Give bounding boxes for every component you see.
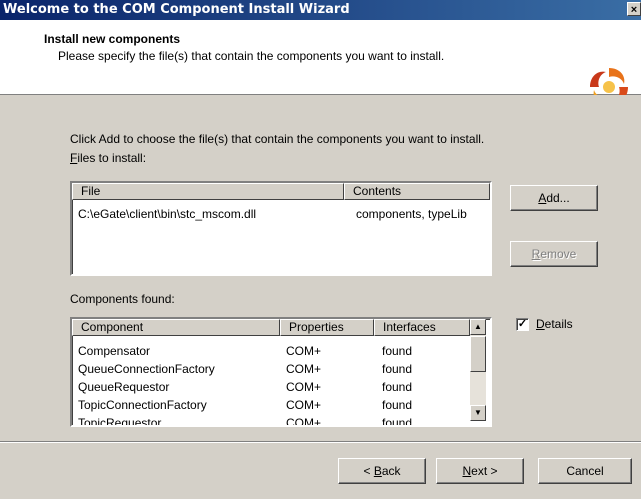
footer-divider [0, 441, 641, 443]
component-interfaces: found [382, 344, 413, 358]
components-listview[interactable]: Component Properties Interfaces Compensa… [70, 317, 492, 427]
files-column-file[interactable]: File [72, 183, 344, 200]
instruction-text: Click Add to choose the file(s) that con… [70, 132, 485, 146]
files-column-contents[interactable]: Contents [344, 183, 490, 200]
component-name[interactable]: QueueRequestor [78, 380, 169, 395]
component-properties: COM+ [286, 362, 322, 376]
wizard-header: Install new components Please specify th… [0, 20, 641, 95]
add-button[interactable]: Add... [510, 185, 598, 211]
details-checkbox[interactable]: ✓ [516, 318, 529, 331]
header-subtitle: Please specify the file(s) that contain … [58, 49, 445, 63]
component-interfaces: found [382, 380, 413, 394]
details-label[interactable]: Details [536, 317, 573, 331]
file-path[interactable]: C:\eGate\client\bin\stc_mscom.dll [78, 207, 256, 222]
component-interfaces: found [382, 398, 413, 412]
component-name[interactable]: TopicRequestor [78, 416, 161, 425]
component-name[interactable]: TopicConnectionFactory [78, 398, 207, 413]
close-icon[interactable]: × [627, 2, 641, 16]
component-name[interactable]: Compensator [78, 344, 150, 359]
scroll-thumb[interactable] [470, 336, 486, 372]
next-button[interactable]: Next > [436, 458, 524, 484]
remove-button[interactable]: Remove [510, 241, 598, 267]
components-column-component[interactable]: Component [72, 319, 280, 336]
component-properties: COM+ [286, 398, 322, 412]
component-properties: COM+ [286, 344, 322, 358]
components-column-interfaces[interactable]: Interfaces [374, 319, 470, 336]
components-scrollbar[interactable]: ▲ ▼ [470, 319, 486, 421]
header-title: Install new components [44, 32, 181, 46]
component-interfaces: found [382, 416, 413, 427]
files-label: Files to install: [70, 151, 147, 165]
components-column-properties[interactable]: Properties [280, 319, 374, 336]
back-button[interactable]: < Back [338, 458, 426, 484]
scroll-up-icon[interactable]: ▲ [470, 319, 486, 335]
component-name[interactable]: QueueConnectionFactory [78, 362, 215, 377]
component-properties: COM+ [286, 416, 322, 427]
component-interfaces: found [382, 362, 413, 376]
files-listview[interactable]: File Contents C:\eGate\client\bin\stc_ms… [70, 181, 492, 276]
components-label: Components found: [70, 292, 175, 306]
scroll-down-icon[interactable]: ▼ [470, 405, 486, 421]
file-contents[interactable]: components, typeLib [356, 207, 467, 222]
title-bar: Welcome to the COM Component Install Wiz… [0, 0, 641, 20]
window-title: Welcome to the COM Component Install Wiz… [3, 2, 350, 17]
cancel-button[interactable]: Cancel [538, 458, 632, 484]
component-properties: COM+ [286, 380, 322, 394]
